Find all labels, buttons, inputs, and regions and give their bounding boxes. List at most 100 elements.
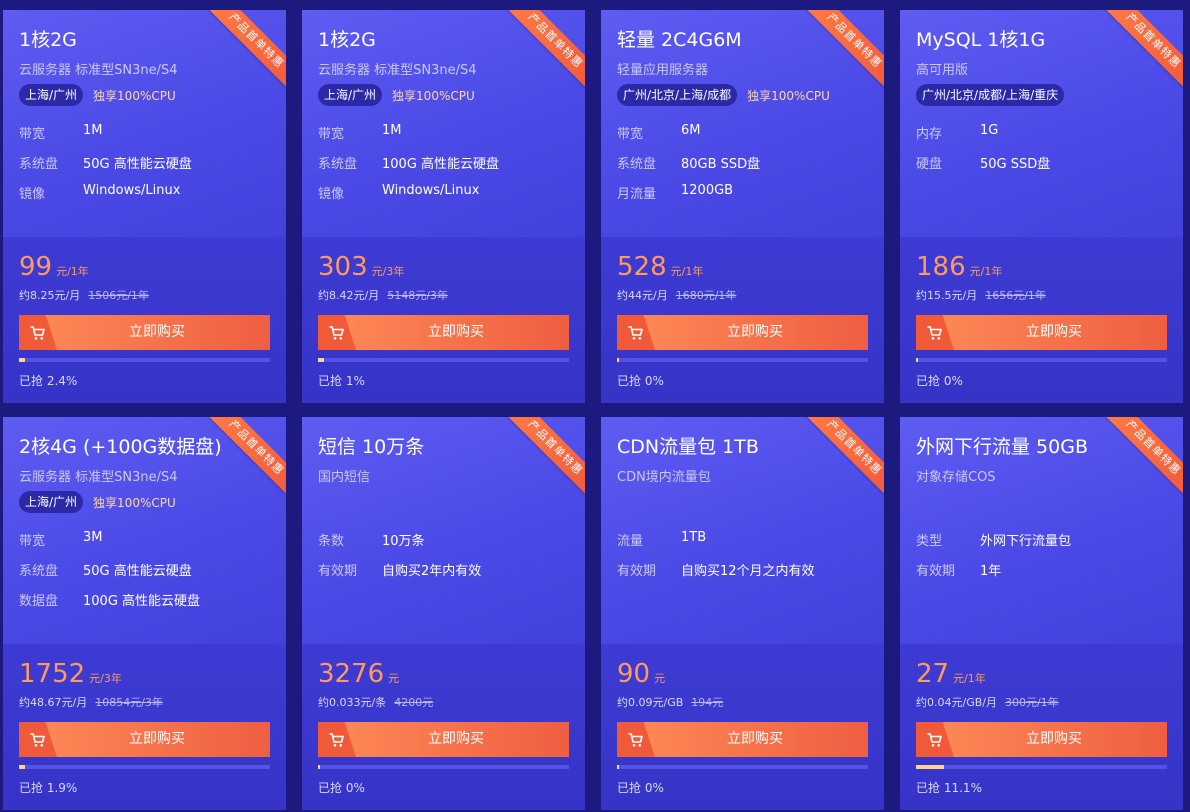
monthly-price: 约0.09元/GB [617, 696, 684, 709]
spec-row: 系统盘 50G 高性能云硬盘 [19, 560, 200, 590]
sub-price: 约0.04元/GB/月 300元/1年 [916, 694, 1059, 710]
cpu-tag: 独享100%CPU [747, 88, 830, 103]
price-unit: 元 [388, 672, 400, 685]
spec-value: 自购买12个月之内有效 [681, 564, 815, 579]
price: 27 [916, 659, 950, 689]
product-subtitle: CDN境内流量包 [617, 470, 711, 485]
product-subtitle: 轻量应用服务器 [617, 63, 709, 78]
spec-label: 流量 [617, 534, 644, 549]
sold-status: 已抢 11.1% [916, 779, 982, 796]
spec-label: 系统盘 [19, 157, 59, 172]
sold-progress-bar [916, 358, 1167, 362]
sold-status: 已抢 0% [916, 372, 963, 389]
spec-list: 流量 1TB 有效期 自购买12个月之内有效 [617, 530, 815, 590]
promo-ribbon-label: 产品首单特惠 [1105, 10, 1183, 88]
product-title: 1核2G [19, 29, 77, 51]
price-line: 1752 元/3年 [19, 659, 122, 689]
spec-label: 硬盘 [916, 157, 943, 172]
cpu-tag: 独享100%CPU [93, 495, 176, 510]
buy-now-button[interactable]: 立即购买 [19, 315, 270, 350]
original-price: 194元 [691, 696, 724, 709]
sold-progress-bar [318, 358, 569, 362]
sold-percent: 1% [345, 374, 365, 388]
monthly-price: 约8.42元/月 [318, 289, 380, 302]
buy-now-button[interactable]: 立即购买 [318, 722, 569, 757]
original-price: 1506元/1年 [88, 289, 149, 302]
spec-value: 3M [83, 530, 103, 545]
buy-now-label: 立即购买 [727, 731, 783, 747]
sold-prefix: 已抢 [916, 781, 941, 795]
buy-now-button[interactable]: 立即购买 [19, 722, 270, 757]
region-tag: 上海/广州 [318, 84, 383, 106]
promo-ribbon: 产品首单特惠 [507, 417, 585, 495]
sold-status: 已抢 1.9% [19, 779, 77, 796]
promo-ribbon-label: 产品首单特惠 [1105, 417, 1183, 495]
sold-status: 已抢 0% [617, 372, 664, 389]
sold-prefix: 已抢 [617, 374, 642, 388]
spec-row: 有效期 1年 [916, 560, 1071, 590]
price: 90 [617, 659, 651, 689]
sold-percent: 0% [943, 374, 963, 388]
sold-prefix: 已抢 [19, 374, 44, 388]
price-line: 90 元 [617, 659, 665, 689]
promo-ribbon: 产品首单特惠 [1105, 417, 1183, 495]
sold-progress-fill [617, 765, 619, 769]
spec-value: 100G 高性能云硬盘 [382, 157, 500, 172]
spec-value: 80GB SSD盘 [681, 157, 761, 172]
sub-price: 约0.033元/条 4200元 [318, 694, 433, 710]
original-price: 1680元/1年 [675, 289, 737, 302]
spec-value: 10万条 [382, 534, 425, 549]
spec-value: 自购买2年内有效 [382, 564, 482, 579]
price-unit: 元/3年 [89, 672, 122, 685]
buy-now-label: 立即购买 [428, 731, 484, 747]
promo-ribbon-label: 产品首单特惠 [806, 10, 884, 88]
sub-price: 约8.25元/月 1506元/1年 [19, 287, 149, 303]
product-subtitle: 对象存储COS [916, 470, 996, 485]
product-card: 产品首单特惠 1核2G 云服务器 标准型SN3ne/S4 上海/广州 独享100%… [302, 10, 585, 403]
buy-now-button[interactable]: 立即购买 [916, 315, 1167, 350]
sold-progress-fill [916, 358, 918, 362]
spec-row: 系统盘 50G 高性能云硬盘 [19, 153, 192, 183]
product-title: MySQL 1核1G [916, 29, 1046, 51]
sold-progress-bar [318, 765, 569, 769]
price: 186 [916, 252, 966, 282]
price: 1752 [19, 659, 86, 689]
buy-now-button[interactable]: 立即购买 [617, 722, 868, 757]
sold-percent: 0% [345, 781, 365, 795]
price-line: 528 元/1年 [617, 252, 703, 282]
sold-status: 已抢 1% [318, 372, 365, 389]
spec-row: 有效期 自购买2年内有效 [318, 560, 481, 590]
cpu-tag: 独享100%CPU [93, 88, 176, 103]
price-unit: 元/1年 [969, 265, 1003, 278]
promo-ribbon-label: 产品首单特惠 [208, 10, 286, 88]
promo-ribbon: 产品首单特惠 [1105, 10, 1183, 88]
spec-label: 系统盘 [617, 157, 657, 172]
spec-value: 6M [681, 123, 701, 138]
buy-now-button[interactable]: 立即购买 [617, 315, 868, 350]
buy-now-label: 立即购买 [727, 324, 783, 340]
monthly-price: 约15.5元/月 [916, 289, 978, 302]
product-card: 产品首单特惠 轻量 2C4G6M 轻量应用服务器 广州/北京/上海/成都 独享10… [601, 10, 884, 403]
spec-label: 数据盘 [19, 594, 59, 609]
price-unit: 元/1年 [670, 265, 704, 278]
product-title: 2核4G (+100G数据盘) [19, 436, 222, 458]
sold-progress-bar [617, 765, 868, 769]
buy-now-label: 立即购买 [1026, 324, 1082, 340]
spec-list: 类型 外网下行流量包 有效期 1年 [916, 530, 1071, 590]
spec-row: 内存 1G [916, 123, 1050, 153]
sub-price: 约44元/月 1680元/1年 [617, 287, 736, 303]
spec-value: 1年 [980, 564, 1002, 579]
buy-now-button[interactable]: 立即购买 [318, 315, 569, 350]
product-tags: 广州/北京/成都/上海/重庆 [916, 84, 1065, 106]
spec-label: 条数 [318, 534, 345, 549]
sub-price: 约15.5元/月 1656元/1年 [916, 287, 1046, 303]
spec-label: 带宽 [318, 127, 345, 142]
sold-progress-fill [19, 765, 26, 769]
buy-now-button[interactable]: 立即购买 [916, 722, 1167, 757]
spec-list: 内存 1G 硬盘 50G SSD盘 [916, 123, 1050, 183]
sub-price: 约8.42元/月 5148元/3年 [318, 287, 448, 303]
sold-progress-fill [617, 358, 619, 362]
sub-price: 约48.67元/月 10854元/3年 [19, 694, 163, 710]
spec-list: 带宽 6M 系统盘 80GB SSD盘 月流量 1200GB [617, 123, 760, 213]
spec-row: 流量 1TB [617, 530, 815, 560]
